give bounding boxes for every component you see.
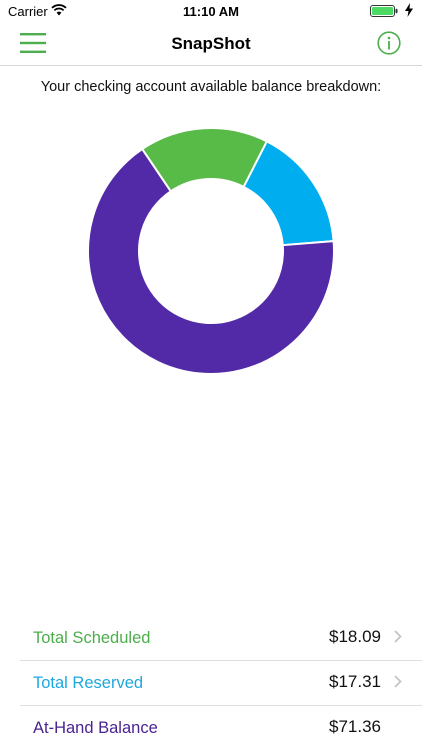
summary-row-at-hand-balance[interactable]: At-Hand Balance $71.36 xyxy=(20,706,422,750)
summary-row-label: Total Scheduled xyxy=(33,629,151,647)
chevron-right-icon xyxy=(394,630,402,643)
balance-summary-list: Total Scheduled $18.09 Total Reserved $17.3… xyxy=(20,616,422,750)
chevron-right-icon xyxy=(394,675,402,688)
summary-row-label: Total Reserved xyxy=(33,674,144,692)
summary-row-value: $17.31 xyxy=(329,672,381,691)
summary-row-total-scheduled[interactable]: Total Scheduled $18.09 xyxy=(20,616,422,661)
summary-row-label: At-Hand Balance xyxy=(33,719,158,737)
summary-row-total-reserved[interactable]: Total Reserved $17.31 xyxy=(20,661,422,706)
summary-row-value: $71.36 xyxy=(329,717,381,736)
balance-donut-chart xyxy=(87,127,335,375)
page-title: SnapShot xyxy=(171,34,251,53)
summary-row-value: $18.09 xyxy=(329,627,381,646)
info-icon[interactable] xyxy=(377,31,401,55)
nav-bar: SnapShot xyxy=(0,24,422,66)
status-bar: Carrier 11:10 AM xyxy=(0,0,422,24)
chart-caption: Your checking account available balance … xyxy=(40,79,382,95)
status-time: 11:10 AM xyxy=(183,4,239,19)
charging-bolt-icon xyxy=(405,3,413,17)
battery-icon xyxy=(370,5,398,17)
